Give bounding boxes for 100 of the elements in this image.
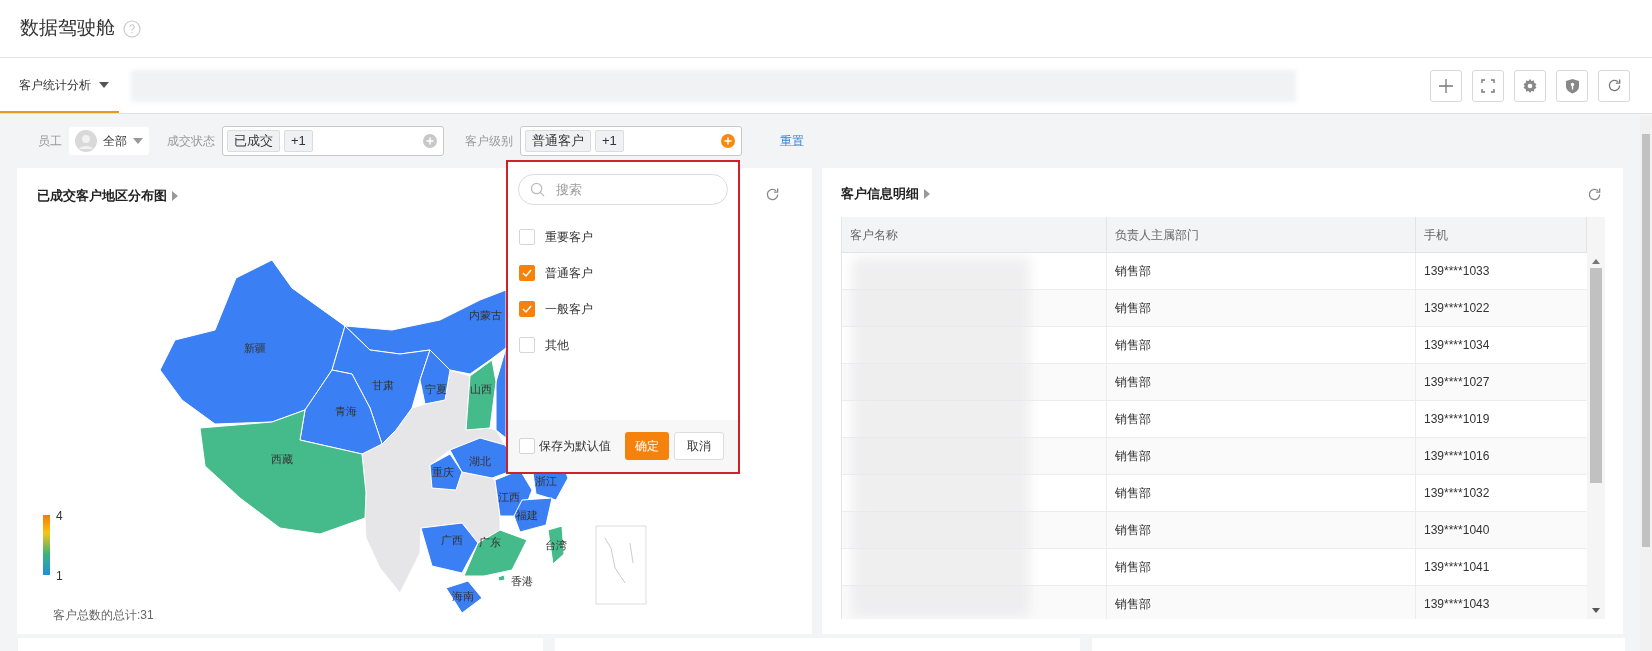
multi-select-field[interactable]: 已成交 +1	[222, 126, 444, 156]
caret-icon	[133, 138, 143, 144]
checkbox[interactable]	[519, 301, 535, 317]
table-cell: 销售部	[1107, 290, 1416, 326]
checkbox[interactable]	[519, 337, 535, 353]
table-cell-text: 139****1040	[1423, 522, 1491, 539]
checkbox[interactable]	[519, 438, 535, 454]
refresh-icon	[1606, 78, 1622, 93]
province-label: 广西	[441, 533, 463, 546]
table-cell: 销售部	[1107, 475, 1416, 511]
settings-button[interactable]	[1514, 69, 1546, 102]
filter-label: 成交状态	[167, 133, 215, 150]
filter-label: 员工	[38, 133, 62, 150]
option-label[interactable]: 一般客户	[545, 300, 593, 318]
table-cell-text: 139****1041	[1423, 559, 1491, 576]
option-label[interactable]: 重要客户	[545, 228, 593, 246]
province-label: 福建	[516, 508, 538, 521]
user-select[interactable]: 全部	[69, 127, 149, 155]
table-cell-text: 139****1019	[1423, 411, 1491, 428]
shield-button[interactable]	[1556, 69, 1588, 102]
checkbox-label[interactable]: 保存为默认值	[539, 437, 611, 455]
province-label: 湖北	[469, 454, 491, 467]
province-label: 内蒙古	[468, 308, 502, 321]
tag: +1	[595, 130, 624, 152]
tag: +1	[284, 130, 313, 152]
table-cell-text: 139****1016	[1423, 448, 1491, 465]
province-shape[interactable]	[299, 369, 383, 455]
province-label: 广东	[479, 535, 501, 548]
table-cell: 销售部	[1107, 253, 1416, 289]
tag: 普通客户	[525, 130, 591, 152]
refresh-button[interactable]	[1598, 69, 1630, 102]
province-label: 宁夏	[425, 382, 447, 395]
add-icon[interactable]	[721, 134, 735, 148]
column-header[interactable]: 客户名称	[842, 217, 1107, 252]
legend-label: 1	[56, 569, 63, 583]
scroll-up-icon[interactable]	[1592, 259, 1600, 264]
table-cell-text: 139****1022	[1423, 300, 1491, 317]
panel-title: 客户信息明细	[841, 185, 919, 204]
total-count: 客户总数的总计:31	[53, 607, 154, 624]
plus-icon	[1438, 77, 1454, 94]
page-scrollbar[interactable]	[1640, 116, 1652, 651]
fullscreen-icon	[1481, 78, 1495, 93]
column-header[interactable]: 负责人主属部门	[1107, 217, 1416, 252]
table-cell: 销售部	[1107, 549, 1416, 585]
refresh-icon[interactable]	[765, 187, 780, 202]
province-label: 海南	[452, 589, 474, 602]
table-cell-text: 139****1032	[1423, 485, 1491, 502]
table-cell: 销售部	[1107, 438, 1416, 474]
table-scrollbar[interactable]	[1587, 217, 1605, 619]
search-field[interactable]: 搜索	[518, 174, 728, 205]
table-cell: 销售部	[1107, 327, 1416, 363]
scroll-down-icon[interactable]	[1592, 608, 1600, 613]
multi-select-field[interactable]: 普通客户 +1	[520, 126, 742, 156]
expand-icon[interactable]	[924, 189, 930, 199]
province-label: 甘肃	[372, 378, 394, 391]
province-shape[interactable]	[344, 289, 507, 375]
table-cell-text: 139****1034	[1423, 337, 1491, 354]
table-cell: 销售部	[1107, 512, 1416, 548]
province-label: 青海	[335, 404, 357, 417]
legend-gradient-bar	[43, 515, 50, 575]
table-cell-text: 139****1033	[1423, 263, 1491, 280]
province-shape[interactable]	[429, 453, 463, 491]
panel-title: 已成交客户地区分布图	[37, 187, 167, 205]
province-label: 山西	[470, 382, 492, 395]
province-label: 浙江	[535, 474, 557, 487]
province-label: 重庆	[432, 465, 454, 478]
table-cell: 销售部	[1107, 364, 1416, 400]
fullscreen-button[interactable]	[1472, 69, 1504, 102]
page-title: 数据驾驶舱	[20, 16, 115, 41]
table-cell-text: 139****1027	[1423, 374, 1491, 391]
province-label: 西藏	[271, 452, 293, 465]
table-cell-text: 139****1043	[1423, 596, 1491, 613]
checkmark-icon	[522, 269, 532, 277]
cancel-button[interactable]: 取消	[674, 432, 724, 460]
refresh-icon[interactable]	[1587, 186, 1602, 202]
legend-label: 4	[56, 509, 63, 523]
checkbox[interactable]	[519, 265, 535, 281]
province-label: 江西	[498, 490, 520, 503]
province-label: 香港	[511, 574, 533, 587]
province-shape[interactable]	[420, 522, 479, 574]
option-label[interactable]: 普通客户	[545, 264, 593, 282]
option-label[interactable]: 其他	[545, 336, 569, 354]
search-icon	[530, 182, 545, 197]
checkmark-icon	[522, 305, 532, 313]
table-cell: 销售部	[1107, 401, 1416, 437]
reset-link[interactable]: 重置	[780, 132, 804, 150]
table-cell: 销售部	[1107, 586, 1416, 619]
checkbox[interactable]	[519, 229, 535, 245]
add-button[interactable]	[1430, 69, 1462, 102]
province-shape[interactable]	[465, 359, 497, 431]
settings-icon	[1522, 77, 1538, 94]
filter-label: 客户级别	[465, 133, 513, 150]
tag: 已成交	[227, 130, 280, 152]
caret-icon	[99, 81, 109, 88]
province-shape[interactable]	[445, 580, 483, 614]
province-label: 新疆	[244, 341, 266, 354]
expand-icon[interactable]	[172, 190, 178, 201]
avatar-icon	[75, 130, 97, 152]
shield-icon	[1564, 77, 1580, 94]
province-shape[interactable]	[419, 349, 451, 405]
